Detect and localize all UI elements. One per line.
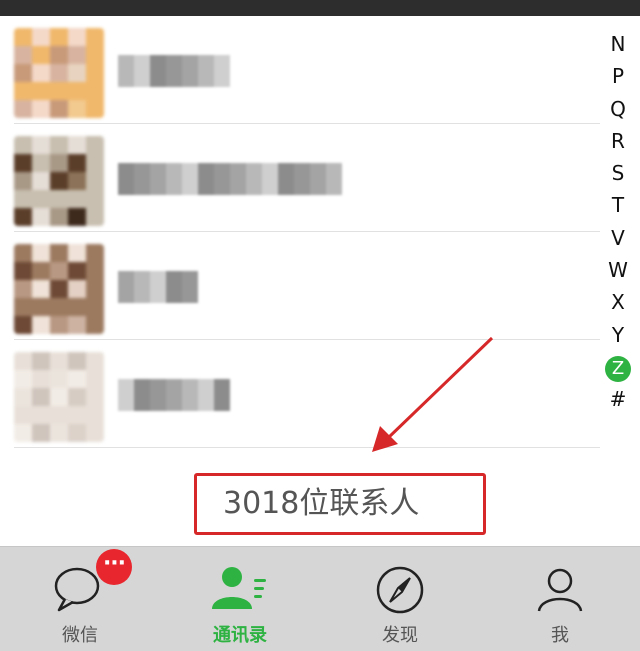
- unread-badge: ···: [96, 549, 132, 585]
- tab-contacts[interactable]: 通讯录: [160, 547, 320, 651]
- tab-label: 微信: [62, 625, 98, 646]
- tab-chats[interactable]: ··· 微信: [0, 547, 160, 651]
- contact-count: 3018位联系人: [194, 473, 486, 535]
- tab-label: 发现: [382, 625, 418, 646]
- profile-icon: [537, 568, 583, 612]
- tab-discover[interactable]: 发现: [320, 547, 480, 651]
- compass-icon: [376, 566, 424, 614]
- tab-me[interactable]: 我: [480, 547, 640, 651]
- tab-label: 我: [551, 625, 569, 646]
- tab-label: 通讯录: [213, 625, 267, 646]
- tab-bar: ··· 微信 通讯录 发现 我: [0, 546, 640, 651]
- contact-count-text: 3018位联系人: [223, 486, 420, 521]
- contacts-icon: [212, 567, 266, 609]
